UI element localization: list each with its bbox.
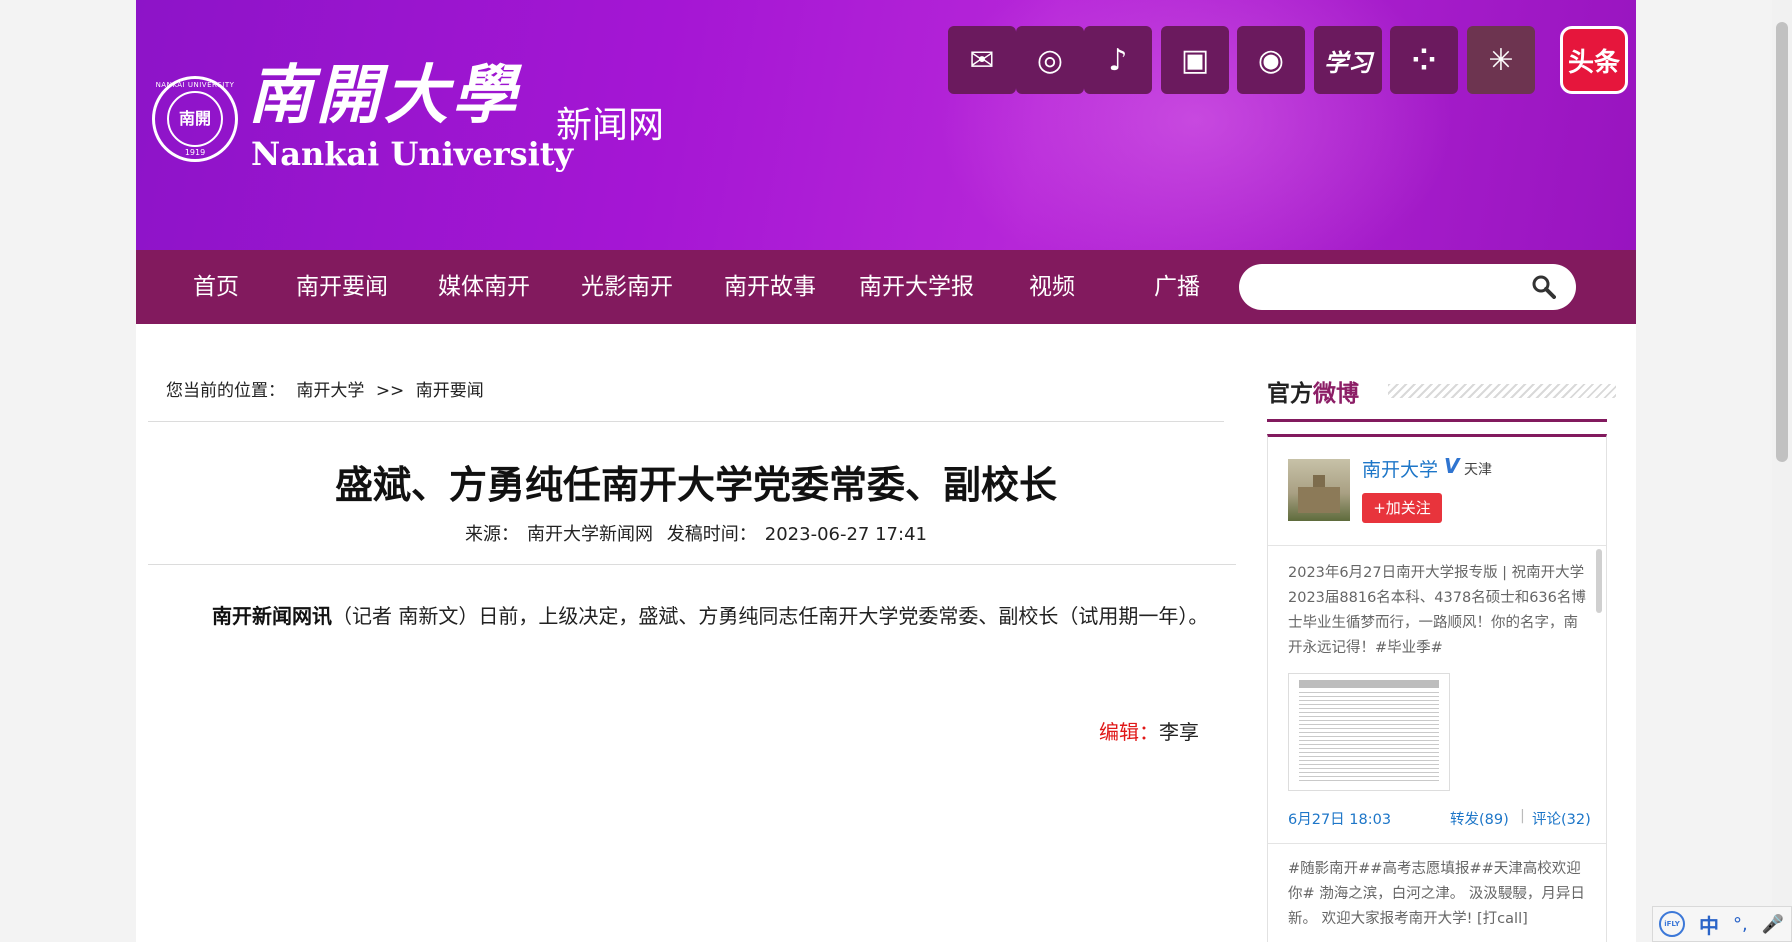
date-label: 发稿时间： [666, 524, 757, 545]
logo-subtitle: 新闻网 [556, 105, 665, 146]
article-lead: 南开新闻网讯 [212, 604, 332, 628]
wechat-icon[interactable]: ✉ [948, 26, 1016, 94]
search-input[interactable] [1255, 272, 1519, 304]
article-title: 盛斌、方勇纯任南开大学党委常委、副校长 [334, 463, 1057, 507]
weibo-icon[interactable]: ◎ [1016, 26, 1084, 94]
microphone-icon[interactable]: 🎤 [1762, 914, 1784, 935]
follow-button[interactable]: +加关注 [1362, 493, 1442, 523]
window-scrollbar[interactable] [1772, 0, 1792, 942]
sidebar-title-rule [1267, 419, 1607, 422]
seal-center-text: 南開 [167, 91, 223, 147]
source-label: 来源： [465, 524, 520, 545]
xuexi-icon[interactable]: 学习 [1314, 26, 1382, 94]
nav-item-home[interactable]: 首页 [193, 250, 239, 324]
nav-item-video[interactable]: 视频 [1029, 250, 1075, 324]
weibo-repost-link[interactable]: 转发(89) [1450, 808, 1509, 829]
article-body: 南开新闻网讯（记者 南新文）日前，上级决定，盛斌、方勇纯同志任南开大学党委常委、… [212, 600, 1312, 629]
university-seal-logo[interactable]: NANKAI UNIVERSITY 南開 1919 [152, 76, 238, 162]
site-header: NANKAI UNIVERSITY 南開 1919 南開大學 Nankai Un… [136, 0, 1636, 250]
weibo-scrollbar-thumb[interactable] [1596, 549, 1602, 613]
image-header-bar [1299, 680, 1439, 688]
breadcrumb-separator: >> [375, 381, 405, 401]
breadcrumb-prefix: 您当前的位置： [166, 381, 285, 401]
search-icon[interactable] [1532, 275, 1556, 299]
weibo-post-divider [1268, 843, 1606, 844]
weibo-avatar[interactable] [1288, 459, 1350, 521]
source-value: 南开大学新闻网 [527, 524, 654, 545]
kuaishou-icon[interactable]: ◉ [1237, 26, 1305, 94]
breadcrumb-divider [148, 421, 1224, 422]
weibo-account-name[interactable]: 南开大学 [1362, 455, 1438, 482]
weibo-widget: 南开大学 V 天津 +加关注 2023年6月27日南开大学报专版 | 祝南开大学… [1267, 434, 1607, 942]
avatar-building [1298, 487, 1340, 513]
seal-ring-text: NANKAI UNIVERSITY [155, 81, 235, 89]
ime-toolbar: iFLY 中 °, 🎤 [1652, 906, 1792, 942]
nav-item-media-nankai[interactable]: 媒体南开 [438, 250, 530, 324]
logo-chinese-name[interactable]: 南開大學 [248, 44, 520, 136]
breadcrumb-current-link[interactable]: 南开要闻 [416, 381, 484, 401]
dots-app-icon[interactable]: ⁘ [1390, 26, 1458, 94]
date-value: 2023-06-27 17:41 [764, 524, 927, 545]
ime-language-toggle[interactable]: 中 [1699, 910, 1719, 939]
toutiao-icon[interactable]: 头条 [1560, 26, 1628, 94]
verified-icon: V [1444, 454, 1460, 478]
image-text-lines [1299, 692, 1439, 782]
sidebar-title-accent: 微博 [1313, 381, 1359, 407]
sidebar-title-stripes [1388, 384, 1616, 398]
editor-label: 编辑： [1099, 720, 1159, 744]
main-nav: 首页 南开要闻 媒体南开 光影南开 南开故事 南开大学报 视频 广播 [136, 250, 1636, 324]
sidebar-title: 官方微博 [1267, 374, 1359, 408]
nav-item-radio[interactable]: 广播 [1154, 250, 1200, 324]
nav-item-nankai-newspaper[interactable]: 南开大学报 [859, 250, 974, 324]
weibo-post-image[interactable] [1288, 673, 1450, 791]
weibo-comment-link[interactable]: 评论(32) [1532, 808, 1591, 829]
weibo-post-time[interactable]: 6月27日 18:03 [1288, 808, 1391, 829]
logo-english-name[interactable]: Nankai University [251, 135, 573, 173]
sidebar-title-plain: 官方 [1267, 381, 1313, 407]
title-divider [148, 564, 1236, 565]
seal-year: 1919 [184, 148, 206, 157]
dandelion-icon[interactable]: ✳ [1467, 26, 1535, 94]
nav-item-nankai-stories[interactable]: 南开故事 [724, 250, 816, 324]
article-meta: 来源： 南开大学新闻网 发稿时间： 2023-06-27 17:41 [276, 520, 1116, 546]
weibo-meta-separator: | [1520, 808, 1525, 824]
weibo-header-divider [1268, 545, 1606, 546]
page: NANKAI UNIVERSITY 南開 1919 南開大學 Nankai Un… [136, 0, 1636, 942]
weibo-post-text: 2023年6月27日南开大学报专版 | 祝南开大学2023届8816名本科、43… [1288, 565, 1586, 656]
douyin-icon[interactable]: ♪ [1084, 26, 1152, 94]
nav-item-photo-nankai[interactable]: 光影南开 [581, 250, 673, 324]
editor-name: 李享 [1159, 720, 1199, 744]
breadcrumb-home-link[interactable]: 南开大学 [296, 381, 364, 401]
ime-punctuation-icon[interactable]: °, [1733, 914, 1748, 935]
bilibili-icon[interactable]: ▣ [1161, 26, 1229, 94]
search-box [1239, 264, 1576, 310]
weibo-location: 天津 [1464, 462, 1492, 478]
article-paragraph: （记者 南新文）日前，上级决定，盛斌、方勇纯同志任南开大学党委常委、副校长（试用… [332, 604, 1209, 628]
ifly-logo-icon[interactable]: iFLY [1659, 911, 1685, 937]
nav-item-nankai-news[interactable]: 南开要闻 [296, 250, 388, 324]
weibo-post-text: #随影南开##高考志愿填报##天津高校欢迎你# 渤海之滨，白河之津。 汲汲駸駸，… [1288, 861, 1585, 927]
window-scrollbar-thumb[interactable] [1776, 22, 1788, 462]
breadcrumb: 您当前的位置： 南开大学 >> 南开要闻 [166, 376, 490, 401]
article-editor: 编辑：李享 [1099, 716, 1199, 745]
